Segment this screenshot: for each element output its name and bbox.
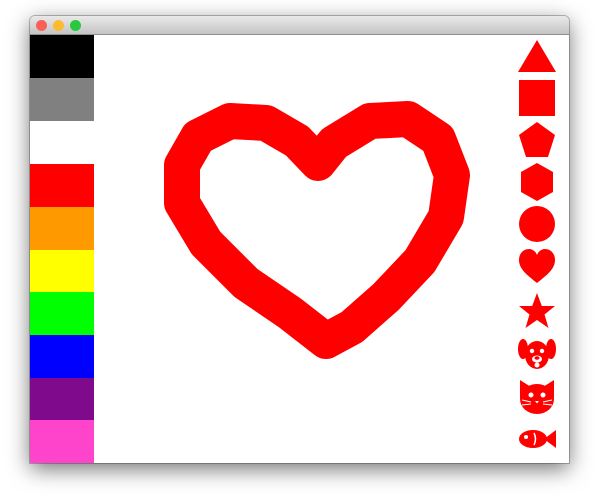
color-swatch-yellow[interactable]	[30, 250, 94, 293]
drawing-canvas[interactable]	[94, 35, 569, 463]
hexagon-stamp-button[interactable]	[516, 162, 558, 202]
hexagon-icon	[521, 163, 553, 201]
zoom-window-button[interactable]	[70, 20, 81, 31]
star-stamp-button[interactable]	[516, 291, 558, 331]
cat-icon	[520, 380, 554, 414]
heart-stamp-button[interactable]	[516, 246, 558, 286]
dog-stamp-button[interactable]	[516, 334, 558, 374]
color-swatch-blue[interactable]	[30, 335, 94, 378]
color-palette	[30, 35, 94, 463]
minimize-window-button[interactable]	[53, 20, 64, 31]
color-swatch-purple[interactable]	[30, 378, 94, 421]
color-swatch-black[interactable]	[30, 35, 94, 78]
color-swatch-green[interactable]	[30, 292, 94, 335]
dog-icon	[518, 339, 556, 369]
star-icon	[519, 293, 555, 328]
triangle-icon	[518, 40, 556, 72]
stamp-toolbar	[510, 35, 569, 463]
color-swatch-gray[interactable]	[30, 78, 94, 121]
heart-icon	[519, 249, 555, 283]
color-swatch-red[interactable]	[30, 164, 94, 207]
heart-drawing-stroke	[164, 101, 470, 359]
title-bar[interactable]	[30, 16, 569, 35]
fish-icon	[519, 430, 556, 448]
square-icon	[519, 80, 555, 116]
pentagon-icon	[519, 122, 555, 157]
circle-icon	[519, 206, 555, 242]
color-swatch-white[interactable]	[30, 121, 94, 164]
color-swatch-pink[interactable]	[30, 420, 94, 463]
app-window	[30, 16, 569, 463]
triangle-stamp-button[interactable]	[516, 36, 558, 76]
circle-stamp-button[interactable]	[516, 204, 558, 244]
pentagon-stamp-button[interactable]	[516, 120, 558, 160]
fish-stamp-button[interactable]	[516, 418, 558, 458]
close-window-button[interactable]	[36, 20, 47, 31]
drawing-surface	[164, 101, 470, 359]
cat-stamp-button[interactable]	[516, 376, 558, 416]
square-stamp-button[interactable]	[516, 78, 558, 118]
color-swatch-orange[interactable]	[30, 207, 94, 250]
